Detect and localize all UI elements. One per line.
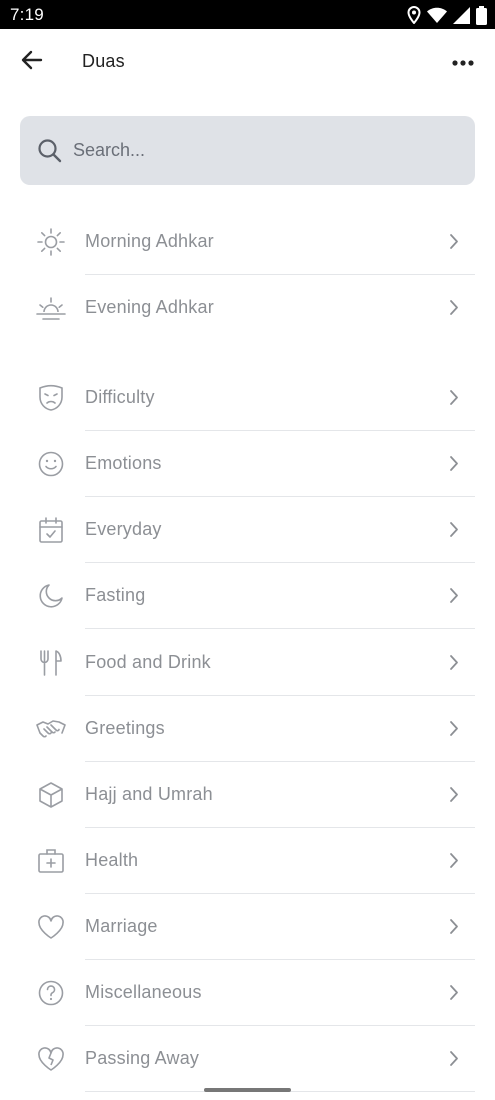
list-item-food-and-drink[interactable]: Food and Drink	[0, 630, 495, 696]
list-item-greetings[interactable]: Greetings	[0, 696, 495, 762]
chevron-right-icon	[449, 389, 459, 411]
more-options-button[interactable]	[443, 46, 483, 78]
chevron-right-icon	[449, 455, 459, 477]
chevron-right-icon	[449, 521, 459, 543]
divider	[85, 628, 475, 629]
chevron-right-icon	[449, 299, 459, 321]
utensils-icon	[36, 650, 66, 676]
medical-kit-icon	[36, 848, 66, 874]
list-item-difficulty[interactable]: Difficulty	[0, 365, 495, 431]
list-item-label: Marriage	[85, 916, 158, 936]
chevron-right-icon	[449, 654, 459, 676]
handshake-icon	[36, 716, 66, 742]
list-item-label: Morning Adhkar	[85, 231, 214, 251]
location-icon	[407, 6, 421, 24]
list-item-label: Greetings	[85, 718, 165, 738]
list-item-label: Health	[85, 850, 139, 870]
status-bar: 7:19	[0, 0, 495, 29]
list-item-label: Evening Adhkar	[85, 297, 214, 317]
status-time: 7:19	[10, 5, 44, 24]
list-item-everyday[interactable]: Everyday	[0, 497, 495, 563]
heart-icon	[36, 914, 66, 940]
list-item-fasting[interactable]: Fasting	[0, 563, 495, 629]
list-item-label: Hajj and Umrah	[85, 784, 213, 804]
app-bar: Duas	[0, 29, 495, 95]
list-item-label: Everyday	[85, 519, 162, 539]
chevron-right-icon	[449, 984, 459, 1006]
cube-icon	[36, 782, 66, 808]
help-circle-icon	[36, 980, 66, 1006]
list-item-passing-away[interactable]: Passing Away	[0, 1026, 495, 1092]
sad-mask-icon	[36, 384, 66, 411]
wifi-icon	[427, 7, 447, 23]
list-item-marriage[interactable]: Marriage	[0, 894, 495, 960]
list-item-miscellaneous[interactable]: Miscellaneous	[0, 960, 495, 1026]
back-button[interactable]	[14, 46, 50, 78]
chevron-right-icon	[449, 852, 459, 874]
chevron-right-icon	[449, 233, 459, 255]
list-item-label: Miscellaneous	[85, 982, 202, 1002]
arrow-left-icon	[21, 50, 43, 75]
list-item-evening-adhkar[interactable]: Evening Adhkar	[0, 275, 495, 341]
calendar-check-icon	[36, 517, 66, 543]
signal-icon	[453, 6, 470, 24]
list-item-label: Difficulty	[85, 387, 155, 407]
battery-icon	[476, 5, 487, 25]
home-indicator[interactable]	[204, 1088, 291, 1092]
list-item-hajj-and-umrah[interactable]: Hajj and Umrah	[0, 762, 495, 828]
page-title: Duas	[82, 51, 125, 71]
chevron-right-icon	[449, 587, 459, 609]
list-item-label: Emotions	[85, 453, 162, 473]
more-horizontal-icon	[452, 53, 474, 71]
search-icon	[37, 138, 62, 168]
moon-icon	[36, 583, 66, 609]
list-item-label: Passing Away	[85, 1048, 200, 1068]
chevron-right-icon	[449, 720, 459, 742]
chevron-right-icon	[449, 786, 459, 808]
list-item-label: Food and Drink	[85, 652, 211, 672]
sun-icon	[36, 228, 66, 256]
chevron-right-icon	[449, 1050, 459, 1072]
search-input[interactable]	[73, 116, 453, 185]
broken-heart-icon	[36, 1046, 66, 1072]
smile-icon	[36, 451, 66, 477]
chevron-right-icon	[449, 918, 459, 940]
list-item-label: Fasting	[85, 585, 146, 605]
sunset-icon	[36, 295, 66, 321]
search-bar[interactable]	[20, 116, 475, 185]
status-icons	[407, 5, 487, 25]
list-item-morning-adhkar[interactable]: Morning Adhkar	[0, 209, 495, 275]
list-item-emotions[interactable]: Emotions	[0, 431, 495, 497]
list-item-health[interactable]: Health	[0, 828, 495, 894]
